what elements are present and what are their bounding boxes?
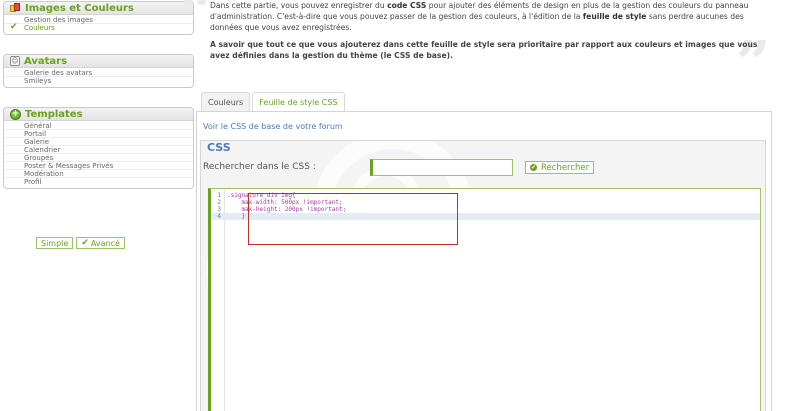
sidebar-item-portail[interactable]: Portail bbox=[4, 130, 193, 138]
mode-switch: Simple ✔ Avancé bbox=[36, 237, 125, 249]
check-circle-icon: ✔ bbox=[530, 164, 537, 171]
css-fieldset: CSS Rechercher dans le CSS : ✔ Recherche… bbox=[200, 140, 766, 411]
sidebar-item-smileys[interactable]: Smileys bbox=[4, 77, 193, 85]
sidebar-item-label: Couleurs bbox=[24, 24, 55, 32]
check-icon: ✔ bbox=[10, 22, 18, 32]
images-colors-header[interactable]: Images et Couleurs bbox=[4, 2, 193, 15]
advanced-mode-label: Avancé bbox=[90, 238, 120, 248]
sidebar-item-gestion-images[interactable]: Gestion des images bbox=[4, 16, 193, 24]
sidebar-item-galerie-avatars[interactable]: Galerie des avatars bbox=[4, 69, 193, 77]
intro-paragraph-1: Dans cette partie, vous pouvez enregistr… bbox=[210, 1, 749, 32]
css-legend: CSS bbox=[207, 141, 231, 154]
images-colors-box: Images et Couleurs Gestion des images ✔ … bbox=[3, 1, 194, 35]
sidebar-item-calendrier[interactable]: Calendrier bbox=[4, 146, 193, 154]
templates-title: Templates bbox=[25, 108, 83, 120]
editor-gutter bbox=[224, 189, 225, 411]
sidebar-item-couleurs[interactable]: ✔ Couleurs bbox=[4, 22, 193, 33]
advanced-mode-button[interactable]: ✔ Avancé bbox=[76, 237, 125, 249]
avatars-box: ☺ Avatars Galerie des avatars Smileys bbox=[3, 54, 194, 88]
sidebar-item-moderation[interactable]: Modération bbox=[4, 170, 193, 178]
css-code-editor[interactable]: 1 .signature_div img{ 2 max-width: 500px … bbox=[208, 188, 761, 411]
css-search-input[interactable] bbox=[370, 159, 513, 176]
intro-paragraph-2: A savoir que tout ce que vous ajouterez … bbox=[210, 40, 758, 60]
sidebar-item-groupes[interactable]: Groupes bbox=[4, 154, 193, 162]
avatars-header[interactable]: ☺ Avatars bbox=[4, 55, 193, 68]
sidebar: Images et Couleurs Gestion des images ✔ … bbox=[0, 0, 197, 189]
tab-feuille-de-style[interactable]: Feuille de style CSS bbox=[252, 92, 345, 112]
sidebar-item-general[interactable]: Général bbox=[4, 122, 193, 130]
search-button[interactable]: ✔ Rechercher bbox=[525, 161, 595, 174]
tab-bar: Couleurs Feuille de style CSS bbox=[201, 92, 345, 112]
check-icon: ✔ bbox=[81, 238, 89, 248]
templates-header[interactable]: + Templates bbox=[4, 108, 193, 121]
intro-text: Dans cette partie, vous pouvez enregistr… bbox=[210, 0, 770, 67]
search-label: Rechercher dans le CSS : bbox=[203, 162, 316, 172]
tab-couleurs[interactable]: Couleurs bbox=[201, 92, 251, 111]
images-colors-icon bbox=[10, 3, 21, 13]
highlight-annotation-box bbox=[248, 193, 458, 245]
avatar-face-icon: ☺ bbox=[10, 56, 20, 66]
sidebar-item-profil[interactable]: Profil bbox=[4, 178, 193, 186]
plus-circle-icon: + bbox=[10, 108, 21, 120]
search-button-label: Rechercher bbox=[541, 162, 590, 173]
simple-mode-button[interactable]: Simple bbox=[36, 237, 74, 249]
sidebar-item-galerie[interactable]: Galerie bbox=[4, 138, 193, 146]
avatars-title: Avatars bbox=[24, 55, 68, 67]
images-colors-title: Images et Couleurs bbox=[25, 2, 134, 14]
view-base-css-link[interactable]: Voir le CSS de base de votre forum bbox=[203, 122, 343, 131]
sidebar-item-poster-messages[interactable]: Poster & Messages Privés bbox=[4, 162, 193, 170]
templates-box: + Templates Général Portail Galerie Cale… bbox=[3, 107, 194, 189]
css-panel: Voir le CSS de base de votre forum CSS R… bbox=[196, 111, 772, 411]
